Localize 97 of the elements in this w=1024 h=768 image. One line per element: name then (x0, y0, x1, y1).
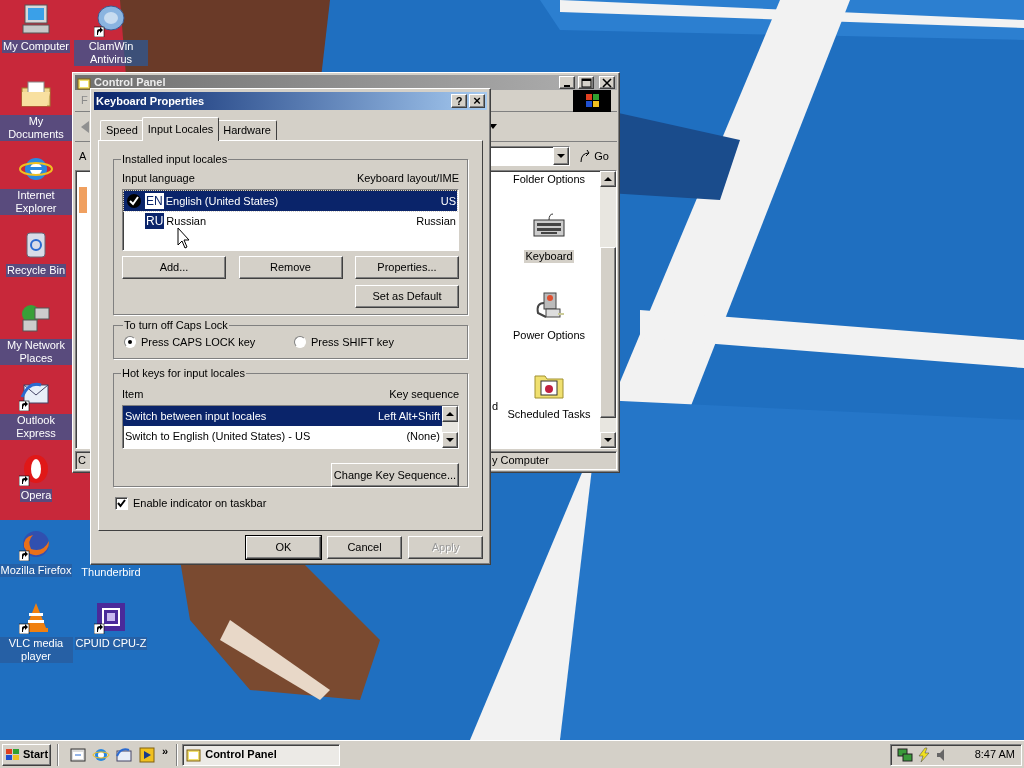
help-button[interactable]: ? (451, 94, 467, 108)
scrollbar[interactable] (442, 406, 458, 448)
folder-icon (186, 747, 203, 762)
close-button[interactable] (599, 76, 615, 89)
icon-label[interactable]: Thunderbird (80, 566, 142, 579)
key-sequence: Left Alt+Shift (377, 408, 440, 424)
group-title: Hot keys for input locales (121, 366, 246, 381)
column-header: Keyboard layout/IME (356, 170, 459, 186)
scroll-down-button[interactable] (442, 432, 458, 448)
hotkey-row[interactable]: Switch to English (United States) - US (None) (123, 426, 442, 446)
maximize-icon (580, 77, 592, 88)
radio-label: Press CAPS LOCK key (141, 334, 256, 350)
dialog-button[interactable]: Cancel (327, 536, 402, 559)
checkmark-icon (117, 498, 126, 508)
icon-label[interactable]: Mozilla Firefox (0, 564, 73, 577)
change-key-sequence-button[interactable]: Change Key Sequence... (331, 463, 459, 487)
taskbar-button[interactable]: Control Panel (182, 743, 341, 766)
layout-name: US (440, 193, 456, 209)
maximize-button[interactable] (578, 76, 594, 89)
language-code-badge: EN (145, 193, 164, 209)
column-header: Key sequence (389, 386, 459, 402)
scrollbar[interactable] (600, 171, 616, 448)
icon-label[interactable]: Internet Explorer (0, 189, 73, 215)
more-button[interactable]: » (162, 743, 169, 760)
icon-label[interactable]: My Documents (0, 115, 73, 141)
checkbox-label: Enable indicator on taskbar (133, 496, 267, 511)
windows-logo-icon (5, 747, 21, 762)
locale-row[interactable]: RU Russian Russian (124, 211, 457, 231)
item-label[interactable]: Power Options (511, 329, 587, 342)
column-header: Item (122, 386, 144, 402)
minimize-icon (564, 84, 570, 87)
cursor-icon (177, 227, 191, 249)
hotkey-item: Switch to English (United States) - US (125, 428, 311, 444)
clock: 8:47 AM (974, 747, 1015, 763)
scroll-down-button[interactable] (600, 432, 616, 448)
down-arrow-icon (557, 153, 566, 159)
language-name: Russian (166, 213, 208, 229)
action-button[interactable]: Add... (122, 256, 226, 279)
tab[interactable]: Input Locales (141, 117, 220, 141)
tab[interactable]: Hardware (217, 120, 277, 140)
tab[interactable]: Speed (100, 120, 144, 140)
radio-button[interactable] (124, 335, 136, 348)
item-label[interactable]: Scheduled Tasks (506, 408, 592, 421)
dialog-title: Keyboard Properties (96, 93, 206, 109)
scroll-up-button[interactable] (442, 406, 458, 422)
desktop-icon[interactable] (69, 745, 88, 764)
start-button[interactable]: Start (2, 743, 52, 766)
icon-label[interactable]: My Network Places (0, 339, 73, 365)
item-label[interactable]: d (492, 398, 499, 415)
down-arrow-icon (604, 437, 612, 443)
dialog-button[interactable]: OK (246, 536, 321, 559)
status-text: y Computer (489, 451, 617, 470)
play-icon[interactable] (138, 745, 157, 764)
minimize-button[interactable] (559, 76, 575, 89)
column-header: Input language (122, 170, 195, 186)
mail-icon[interactable] (115, 745, 134, 764)
hotkey-item: Switch between input locales (125, 408, 267, 424)
locale-row[interactable]: EN English (United States) US (124, 191, 457, 211)
hotkey-list[interactable]: Switch between input locales Left Alt+Shift Switch to English (United States) - US (None) (122, 405, 459, 449)
icon-label[interactable]: Outlook Express (0, 414, 73, 440)
radio-label: Press SHIFT key (311, 334, 394, 350)
dropdown-button[interactable] (553, 147, 570, 165)
icon-label[interactable]: Recycle Bin (5, 264, 67, 277)
radio-button[interactable] (294, 335, 306, 348)
set-default-button[interactable]: Set as Default (355, 285, 459, 308)
hotkey-row[interactable]: Switch between input locales Left Alt+Shift (123, 406, 442, 426)
group-title: Installed input locales (121, 152, 229, 167)
group-title: To turn off Caps Lock (123, 318, 229, 333)
curved-arrow-icon (578, 149, 593, 163)
icon-label[interactable]: My Computer (2, 40, 70, 53)
icon-label[interactable]: VLC media player (0, 637, 73, 663)
layout-name: Russian (416, 213, 456, 229)
icon-label[interactable]: ClamWin Antivirus (74, 40, 148, 66)
language-code-badge: RU (145, 213, 165, 229)
network-icon (897, 746, 913, 763)
language-name: English (United States) (165, 193, 280, 209)
icon-label[interactable]: Opera (19, 489, 53, 502)
action-button[interactable]: Remove (238, 256, 343, 279)
checkbox[interactable] (115, 496, 128, 510)
key-sequence: (None) (406, 428, 440, 444)
scroll-thumb[interactable] (600, 247, 616, 418)
close-icon (601, 77, 613, 88)
locale-list[interactable]: EN English (United States) US RU Russian Russian (122, 189, 459, 251)
icon-label[interactable]: CPUID CPU-Z (74, 637, 148, 650)
close-button[interactable]: × (469, 94, 485, 108)
window-title: Control Panel (94, 76, 167, 89)
up-arrow-icon (446, 411, 454, 417)
lightning-icon (916, 746, 932, 763)
address-label: A (79, 148, 87, 164)
windows-logo-icon (573, 89, 611, 112)
item-label[interactable]: Folder Options (511, 173, 587, 186)
go-button[interactable]: Go (574, 145, 613, 167)
down-arrow-icon (446, 437, 454, 443)
action-button[interactable]: Properties... (355, 256, 459, 279)
item-label[interactable]: Keyboard (524, 250, 574, 263)
up-arrow-icon (604, 176, 612, 182)
scroll-up-button[interactable] (600, 171, 616, 187)
